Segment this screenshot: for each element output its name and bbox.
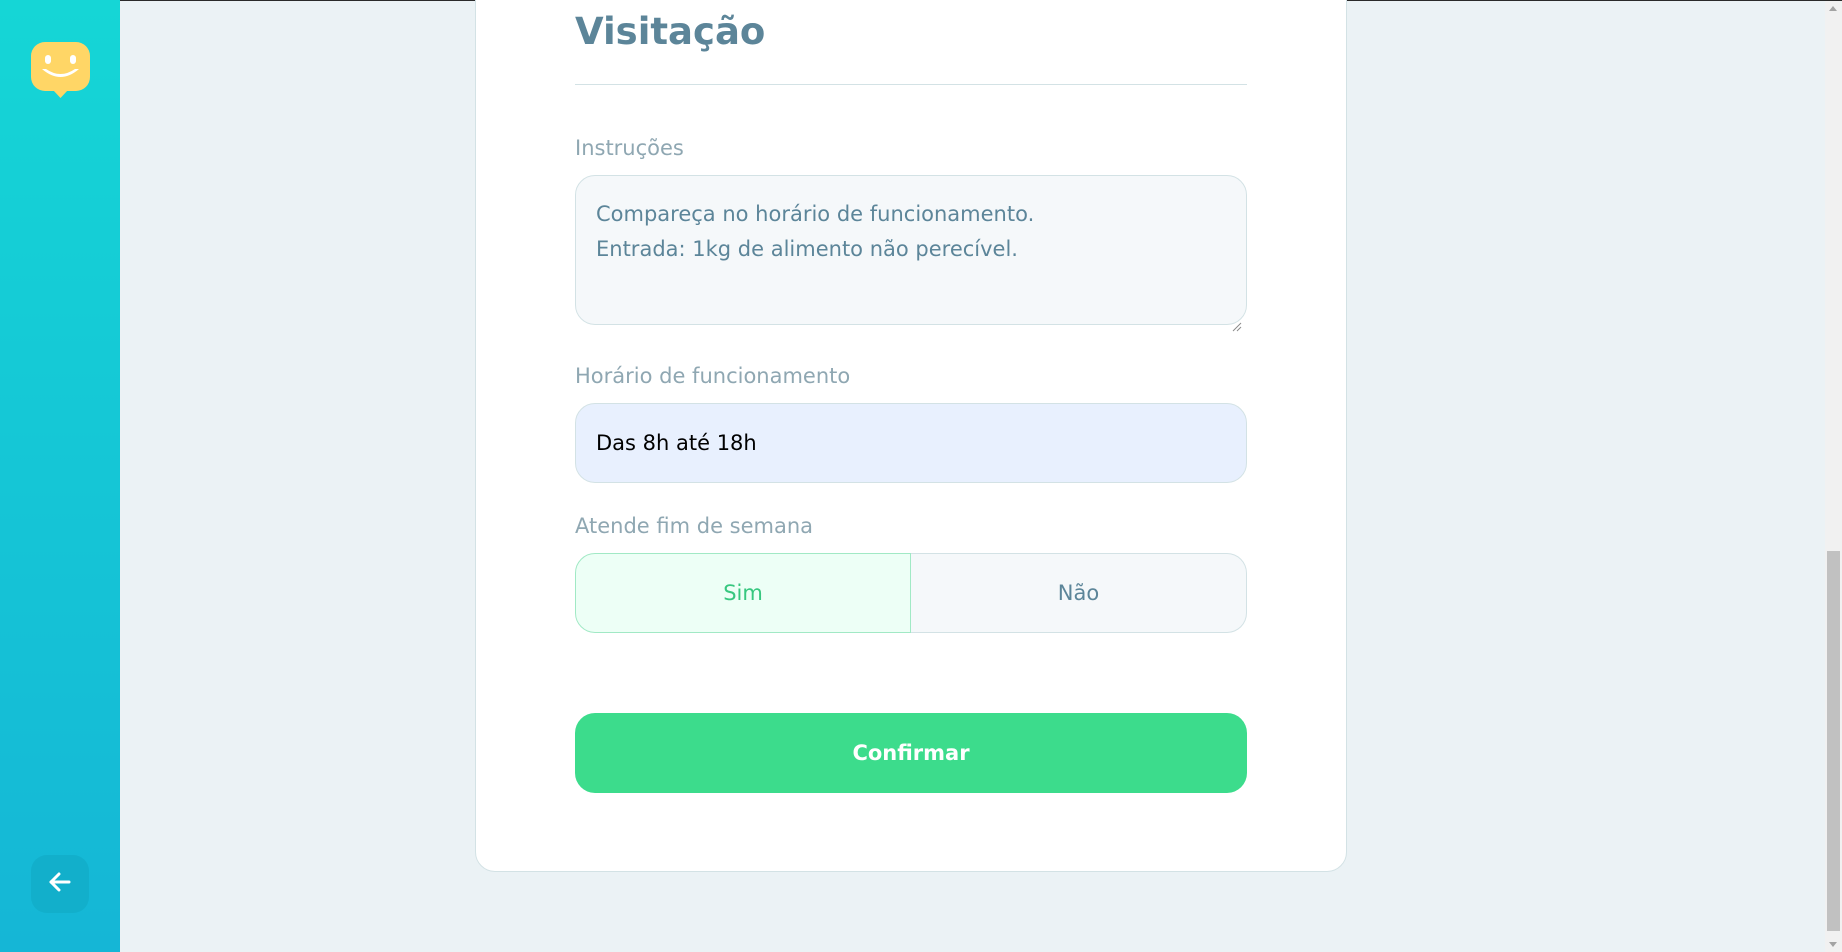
opening-hours-input[interactable]: Das 8h até 18h [575, 403, 1247, 483]
scroll-down-arrow-icon[interactable] [1829, 942, 1837, 947]
instructions-line: Entrada: 1kg de alimento não perecível. [596, 237, 1018, 261]
scroll-thumb[interactable] [1827, 551, 1840, 931]
arrow-left-icon [47, 869, 73, 899]
confirm-button[interactable]: Confirmar [575, 713, 1247, 793]
title-divider [575, 84, 1247, 85]
resize-grip-icon[interactable] [1230, 308, 1242, 332]
back-button[interactable] [31, 855, 89, 913]
scroll-up-arrow-icon[interactable] [1829, 6, 1837, 11]
weekends-label: Atende fim de semana [575, 514, 814, 538]
vertical-scrollbar[interactable] [1825, 1, 1842, 952]
instructions-line: Compareça no horário de funcionamento. [596, 202, 1035, 226]
sidebar [0, 0, 120, 952]
smiling-chat-bubble-icon[interactable] [31, 42, 90, 98]
weekends-no-button[interactable]: Não [911, 553, 1247, 633]
weekends-yes-button[interactable]: Sim [575, 553, 911, 633]
weekends-toggle: Sim Não [575, 553, 1247, 633]
opening-hours-label: Horário de funcionamento [575, 364, 851, 388]
instructions-label: Instruções [575, 136, 684, 160]
instructions-textarea[interactable]: Compareça no horário de funcionamento. E… [575, 175, 1247, 332]
section-title: Visitação [575, 10, 766, 53]
opening-hours-value: Das 8h até 18h [596, 431, 757, 455]
